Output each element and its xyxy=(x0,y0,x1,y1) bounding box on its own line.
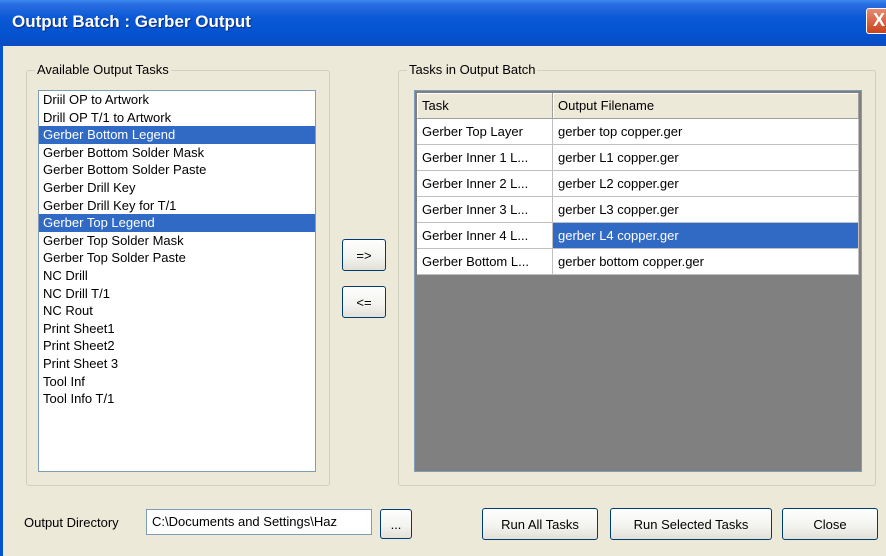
table-row[interactable]: Gerber Inner 3 L... gerber L3 copper.ger xyxy=(417,197,859,223)
list-item[interactable]: Gerber Top Solder Paste xyxy=(39,249,315,267)
list-item[interactable]: NC Rout xyxy=(39,302,315,320)
grid-header: Task Output Filename xyxy=(417,93,859,119)
close-window-icon[interactable]: X xyxy=(866,8,886,34)
task-cell[interactable]: Gerber Inner 2 L... xyxy=(417,171,553,197)
table-row[interactable]: Gerber Bottom L... gerber bottom copper.g… xyxy=(417,249,859,275)
list-item[interactable]: NC Drill xyxy=(39,267,315,285)
table-row[interactable]: Gerber Top Layer gerber top copper.ger xyxy=(417,119,859,145)
table-row[interactable]: Gerber Inner 1 L... gerber L1 copper.ger xyxy=(417,145,859,171)
table-row[interactable]: Gerber Inner 4 L... gerber L4 copper.ger xyxy=(417,223,859,249)
list-item[interactable]: Gerber Drill Key xyxy=(39,179,315,197)
list-item[interactable]: Gerber Top Legend xyxy=(39,214,315,232)
list-item[interactable]: Gerber Drill Key for T/1 xyxy=(39,197,315,215)
output-directory-input[interactable]: C:\Documents and Settings\Haz xyxy=(146,509,372,535)
output-directory-label: Output Directory xyxy=(24,515,119,530)
list-item[interactable]: Print Sheet1 xyxy=(39,320,315,338)
list-item[interactable]: Tool Info T/1 xyxy=(39,390,315,408)
list-item[interactable]: Print Sheet2 xyxy=(39,337,315,355)
batch-tasks-grid[interactable]: Task Output Filename Gerber Top Layer ger… xyxy=(414,90,862,472)
available-tasks-list[interactable]: Driil OP to Artwork Drill OP T/1 to Artwo… xyxy=(38,90,316,472)
list-item[interactable]: Print Sheet 3 xyxy=(39,355,315,373)
list-item[interactable]: Drill OP T/1 to Artwork xyxy=(39,109,315,127)
title-bar[interactable]: Output Batch : Gerber Output X xyxy=(0,0,886,46)
list-item[interactable]: Gerber Bottom Legend xyxy=(39,126,315,144)
list-item[interactable]: Driil OP to Artwork xyxy=(39,91,315,109)
browse-directory-button[interactable]: ... xyxy=(380,509,412,539)
add-task-button[interactable]: => xyxy=(342,239,386,271)
column-header-task[interactable]: Task xyxy=(417,93,553,119)
task-cell[interactable]: Gerber Inner 3 L... xyxy=(417,197,553,223)
filename-cell[interactable]: gerber top copper.ger xyxy=(553,119,859,145)
list-item[interactable]: Gerber Bottom Solder Paste xyxy=(39,161,315,179)
task-cell[interactable]: Gerber Bottom L... xyxy=(417,249,553,275)
list-item[interactable]: Gerber Top Solder Mask xyxy=(39,232,315,250)
list-item[interactable]: Tool Inf xyxy=(39,373,315,391)
batch-tasks-label: Tasks in Output Batch xyxy=(407,62,538,77)
column-header-output-filename[interactable]: Output Filename xyxy=(553,93,859,119)
grid-body: Task Output Filename Gerber Top Layer ger… xyxy=(417,93,859,469)
filename-cell[interactable]: gerber L1 copper.ger xyxy=(553,145,859,171)
task-cell[interactable]: Gerber Top Layer xyxy=(417,119,553,145)
task-cell[interactable]: Gerber Inner 1 L... xyxy=(417,145,553,171)
table-row[interactable]: Gerber Inner 2 L... gerber L2 copper.ger xyxy=(417,171,859,197)
available-tasks-label: Available Output Tasks xyxy=(35,62,171,77)
filename-cell[interactable]: gerber L4 copper.ger xyxy=(553,223,859,249)
remove-task-button[interactable]: <= xyxy=(342,286,386,318)
window-title: Output Batch : Gerber Output xyxy=(12,12,251,31)
run-all-tasks-button[interactable]: Run All Tasks xyxy=(482,508,598,540)
list-item[interactable]: NC Drill T/1 xyxy=(39,285,315,303)
filename-cell[interactable]: gerber L3 copper.ger xyxy=(553,197,859,223)
list-item[interactable]: Gerber Bottom Solder Mask xyxy=(39,144,315,162)
close-button[interactable]: Close xyxy=(782,508,878,540)
filename-cell[interactable]: gerber L2 copper.ger xyxy=(553,171,859,197)
task-cell[interactable]: Gerber Inner 4 L... xyxy=(417,223,553,249)
run-selected-tasks-button[interactable]: Run Selected Tasks xyxy=(610,508,772,540)
filename-cell[interactable]: gerber bottom copper.ger xyxy=(553,249,859,275)
